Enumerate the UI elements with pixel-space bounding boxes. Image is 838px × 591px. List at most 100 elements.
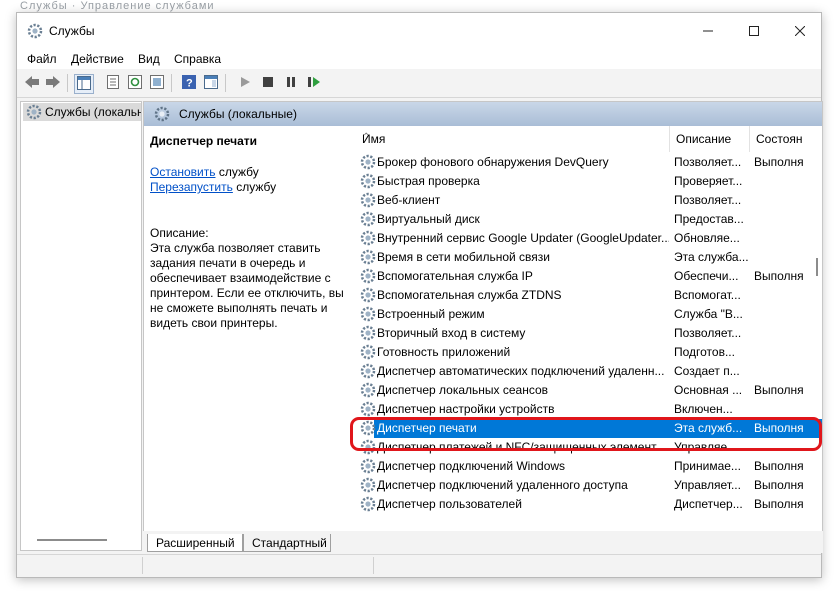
sort-ascending-icon: ⌃ [362, 132, 371, 143]
service-description: Принимае... [674, 459, 741, 473]
table-row[interactable]: Диспетчер подключений Windows Принимае...… [356, 457, 822, 476]
service-status: Выполня [754, 459, 804, 473]
table-row[interactable]: Быстрая проверка Проверяет... [356, 172, 822, 191]
table-row[interactable]: Диспетчер пользователей Диспетчер... Выпол… [356, 495, 822, 514]
table-row[interactable]: Внутренний сервис Google Updater (Google… [356, 229, 822, 248]
service-description: Обеспечи... [674, 269, 739, 283]
service-description: Служба "В... [674, 307, 743, 321]
service-description: Управляет... [674, 478, 741, 492]
column-status[interactable]: Состоян [750, 126, 822, 152]
forward-arrow-icon [45, 75, 61, 92]
back-button[interactable] [23, 74, 41, 92]
service-name: Диспетчер пользователей [377, 497, 522, 511]
show-pane-button[interactable] [202, 74, 220, 92]
service-name: Вспомогательная служба IP [377, 269, 533, 283]
restart-service-button[interactable] [305, 74, 323, 92]
help-icon: ? [182, 74, 196, 92]
table-row[interactable]: Готовность приложений Подготов... [356, 343, 822, 362]
description-text: Эта служба позволяет ставить задания печ… [150, 241, 344, 330]
column-name[interactable]: Имя ⌃ [356, 126, 670, 152]
gear-icon [360, 325, 376, 344]
restart-service-link[interactable]: Перезапустить [150, 180, 233, 194]
pause-icon [285, 76, 297, 91]
status-pane [143, 557, 374, 574]
panel-header: Службы (локальные) [144, 102, 822, 126]
table-row[interactable]: Время в сети мобильной связи Эта служба..… [356, 248, 822, 267]
service-name: Веб-клиент [377, 193, 441, 207]
tree-item-services-local[interactable]: Службы (локальные) [23, 103, 142, 121]
service-description: Основная ... [674, 383, 743, 397]
service-name: Диспетчер подключений удаленного доступа [377, 478, 628, 492]
stop-icon [262, 76, 274, 91]
column-headers: Имя ⌃ Описание Состоян [356, 126, 822, 152]
service-description: Подготов... [674, 345, 735, 359]
table-row[interactable]: Встроенный режим Служба "В... [356, 305, 822, 324]
service-description: Создает п... [674, 364, 740, 378]
description-label: Описание: [150, 226, 209, 240]
vertical-scrollbar[interactable] [816, 258, 818, 276]
table-row[interactable]: Веб-клиент Позволяет... [356, 191, 822, 210]
export-list-button[interactable] [148, 74, 166, 92]
table-row[interactable]: Виртуальный диск Предостав... [356, 210, 822, 229]
menu-action[interactable]: Действие [71, 52, 124, 66]
menu-bar: Файл Действие Вид Справка [17, 49, 821, 69]
table-row[interactable]: Вспомогательная служба ZTDNS Вспомогат... [356, 286, 822, 305]
service-name: Встроенный режим [377, 307, 485, 321]
refresh-icon [128, 74, 142, 92]
maximize-button[interactable] [731, 13, 777, 49]
restart-action: Перезапустить службу [150, 180, 276, 194]
close-button[interactable] [777, 13, 823, 49]
console-tree: Службы (локальные) [20, 101, 142, 551]
tab-extended[interactable]: Расширенный [147, 534, 243, 552]
table-row[interactable]: Диспетчер автоматических подключений уда… [356, 362, 822, 381]
gear-icon [360, 154, 376, 173]
column-description[interactable]: Описание [670, 126, 750, 152]
service-description: Эта служба... [674, 250, 748, 264]
show-pane-icon [204, 74, 218, 92]
svg-text:?: ? [186, 77, 193, 89]
gear-icon [26, 104, 42, 121]
table-row[interactable]: Диспетчер подключений удаленного доступа… [356, 476, 822, 495]
help-button[interactable]: ? [180, 74, 198, 92]
view-tabs: Расширенный Стандартный [143, 531, 823, 553]
gear-icon [360, 306, 376, 325]
gear-icon [154, 106, 170, 125]
gear-icon [360, 496, 376, 515]
service-status: Выполня [754, 269, 804, 283]
table-row[interactable]: Вторичный вход в систему Позволяет... [356, 324, 822, 343]
services-list: Имя ⌃ Описание Состоян Брокер фонового о… [356, 126, 822, 550]
pause-service-button[interactable] [282, 74, 300, 92]
properties-button[interactable] [104, 74, 122, 92]
gear-icon [360, 211, 376, 230]
start-service-button[interactable] [236, 74, 254, 92]
tree-item-label: Службы (локальные) [45, 105, 142, 119]
minimize-button[interactable] [685, 13, 731, 49]
stop-service-button[interactable] [259, 74, 277, 92]
service-description: Позволяет... [674, 326, 742, 340]
tree-scrollbar[interactable] [37, 539, 107, 541]
table-row[interactable]: Вспомогательная служба IP Обеспечи... Выпо… [356, 267, 822, 286]
gear-icon [360, 458, 376, 477]
stop-action: Остановить службу [150, 165, 259, 179]
service-description: Обновляе... [674, 231, 740, 245]
console-tree-button[interactable] [74, 74, 94, 94]
service-name: Внутренний сервис Google Updater (Google… [377, 231, 669, 245]
menu-view[interactable]: Вид [138, 52, 160, 66]
table-row[interactable]: Брокер фонового обнаружения DevQuery Позв… [356, 153, 822, 172]
service-name: Диспетчер автоматических подключений уда… [377, 364, 665, 378]
refresh-button[interactable] [126, 74, 144, 92]
tab-standard[interactable]: Стандартный [243, 534, 331, 552]
stop-service-link[interactable]: Остановить [150, 165, 216, 179]
table-row[interactable]: Диспетчер локальных сеансов Основная ... В… [356, 381, 822, 400]
service-name: Диспетчер подключений Windows [377, 459, 566, 473]
menu-help[interactable]: Справка [174, 52, 221, 66]
gear-icon [360, 477, 376, 496]
status-pane [17, 557, 143, 574]
status-bar [17, 554, 821, 577]
menu-file[interactable]: Файл [27, 52, 57, 66]
forward-button[interactable] [44, 74, 62, 92]
console-tree-icon [77, 75, 91, 93]
close-icon [794, 23, 806, 39]
description-pane: Диспетчер печати Остановить службу Перез… [144, 126, 355, 550]
maximize-icon [749, 23, 759, 39]
